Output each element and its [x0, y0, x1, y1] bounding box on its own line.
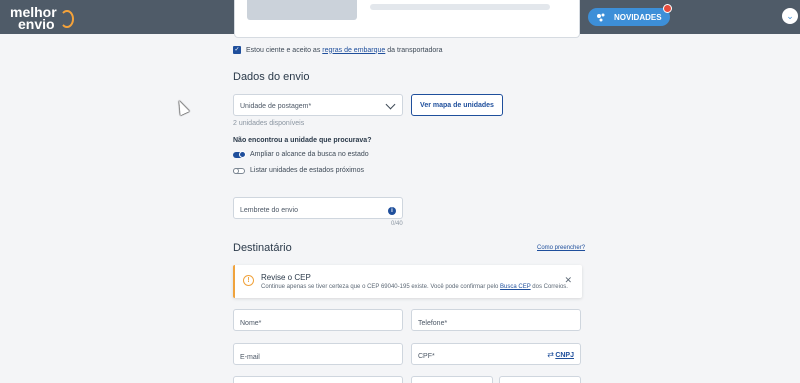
alert-body-prefix: Continue apenas se tiver certeza que o C…	[261, 284, 501, 290]
section-title-envio: Dados do envio	[233, 71, 310, 83]
phone-input[interactable]: Telefone*	[411, 309, 581, 331]
reminder-label: Lembrete do envio	[240, 207, 298, 214]
cpf-label: CPF*	[418, 353, 435, 360]
address-input[interactable]	[233, 376, 403, 383]
phone-label: Telefone*	[418, 320, 448, 327]
alert-body: Continue apenas se tiver certeza que o C…	[261, 284, 568, 290]
reminder-input[interactable]: Lembrete do envio i	[233, 197, 403, 219]
terms-text: Estou ciente e aceito as regras de embar…	[246, 47, 443, 54]
number-input[interactable]	[411, 376, 493, 383]
how-to-fill-link[interactable]: Como preencher?	[537, 245, 585, 251]
cnpj-link[interactable]: CNPJ	[555, 352, 574, 359]
close-icon[interactable]: ✕	[564, 275, 572, 286]
toggle-expand-label: Ampliar o alcance da busca no estado	[250, 151, 369, 158]
email-input[interactable]: E-mail	[233, 343, 403, 365]
terms-prefix: Estou ciente e aceito as	[246, 46, 323, 54]
not-found-question: Não encontrou a unidade que procurava?	[233, 137, 372, 144]
logo-swoosh-icon	[60, 10, 74, 28]
section-title-destinatario: Destinatário	[233, 242, 292, 254]
map-button[interactable]: Ver mapa de unidades	[411, 94, 503, 116]
notification-badge	[663, 4, 672, 13]
mouse-cursor-icon	[174, 98, 190, 116]
cep-alert: ! Revise o CEP Continue apenas se tiver …	[233, 265, 582, 298]
swap-icon[interactable]: ⇄	[547, 350, 554, 359]
megaphone-icon	[597, 13, 605, 21]
logo[interactable]: melhor envio	[8, 4, 78, 32]
busca-cep-link[interactable]: Busca CEP	[500, 284, 531, 290]
name-label: Nome*	[240, 320, 262, 327]
carrier-card	[234, 0, 580, 38]
name-input[interactable]: Nome*	[233, 309, 403, 331]
novidades-button[interactable]: NOVIDADES	[588, 4, 672, 26]
logo-line2: envio	[18, 16, 55, 32]
toggle-row-nearby: Listar unidades de estados próximos	[233, 167, 364, 174]
terms-link[interactable]: regras de embarque	[322, 47, 385, 54]
alert-body-suffix: dos Correios.	[530, 284, 568, 290]
novidades-label: NOVIDADES	[614, 12, 662, 22]
chevron-down-icon[interactable]: ⌄	[782, 8, 798, 24]
cpf-input[interactable]: CPF* ⇄ CNPJ	[411, 343, 581, 365]
carrier-thumbnail	[247, 0, 357, 20]
terms-suffix: da transportadora	[385, 46, 443, 54]
warning-icon: !	[243, 275, 254, 286]
terms-checkbox[interactable]: ✓	[233, 46, 241, 54]
reminder-counter: 0/40	[391, 221, 403, 227]
carrier-info-placeholder	[370, 4, 550, 10]
alert-title: Revise o CEP	[261, 273, 311, 282]
toggle-row-expand: Ampliar o alcance da busca no estado	[233, 151, 369, 158]
unit-select-label: Unidade de postagem*	[240, 103, 312, 110]
chevron-down-icon	[385, 99, 396, 110]
nearby-toggle[interactable]	[233, 167, 245, 174]
toggle-nearby-label: Listar unidades de estados próximos	[250, 167, 365, 174]
email-label: E-mail	[240, 354, 260, 361]
terms-row: ✓ Estou ciente e aceito as regras de emb…	[233, 45, 443, 55]
complement-input[interactable]	[499, 376, 581, 383]
info-icon[interactable]: i	[388, 207, 396, 215]
expand-toggle[interactable]	[233, 151, 246, 158]
units-available: 2 unidades disponíveis	[233, 120, 305, 127]
unit-select[interactable]: Unidade de postagem*	[233, 94, 403, 116]
